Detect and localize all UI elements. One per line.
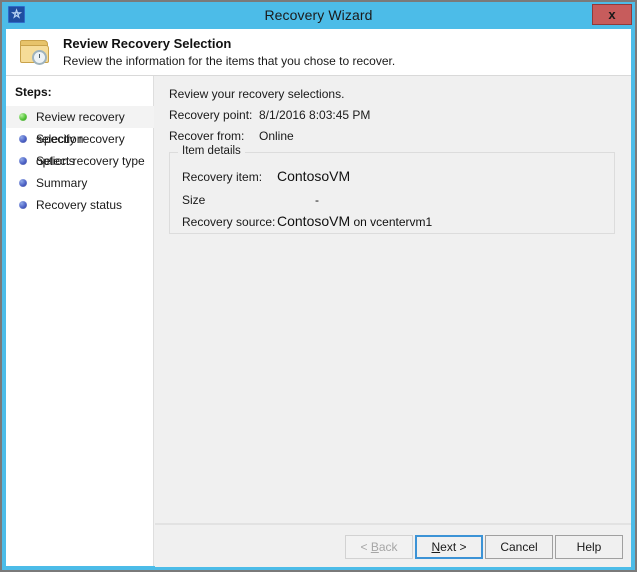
step-bullet-icon xyxy=(19,179,27,187)
item-details-legend: Item details xyxy=(178,145,245,157)
sidebar-item-label: Recovery status xyxy=(36,198,123,212)
next-mnemonic: N xyxy=(431,540,441,554)
page-subtitle: Review the information for the items tha… xyxy=(63,54,396,68)
step-bullet-icon xyxy=(19,201,27,209)
recovery-point-value: 8/1/2016 8:03:45 PM xyxy=(259,108,371,122)
sidebar-item-label: Select recovery type xyxy=(36,154,145,168)
recovery-point-label: Recovery point: xyxy=(169,108,253,122)
recovery-source-vm: ContosoVM xyxy=(277,213,351,229)
recovery-item-label: Recovery item: xyxy=(182,170,263,184)
sidebar-item-label: Summary xyxy=(36,176,88,190)
folder-clock-icon xyxy=(18,37,52,68)
back-button[interactable]: < Back xyxy=(345,535,413,559)
window-title: Recovery Wizard xyxy=(264,7,373,23)
item-details-groupbox: Item details Recovery item: ContosoVM Si… xyxy=(169,145,615,234)
help-button[interactable]: Help xyxy=(555,535,623,559)
recovery-wizard-window: ⛤ Recovery Wizard x Review Recovery Sele… xyxy=(0,0,637,572)
size-label: Size xyxy=(182,193,206,207)
wizard-footer: < Back Next > Cancel Help xyxy=(155,524,631,567)
cancel-button[interactable]: Cancel xyxy=(485,535,553,559)
step-bullet-icon xyxy=(19,157,27,165)
back-rest: ack xyxy=(378,540,398,554)
title-bar: ⛤ Recovery Wizard x xyxy=(2,2,635,28)
steps-label: Steps: xyxy=(15,85,52,99)
sidebar-item-review-recovery-selection[interactable]: Review recovery selection xyxy=(6,106,154,146)
sidebar-item-recovery-status[interactable]: Recovery status xyxy=(6,194,154,216)
recovery-source-value: ContosoVM on vcentervm1 xyxy=(277,213,432,229)
sidebar-item-select-recovery-type[interactable]: Select recovery type xyxy=(6,150,154,172)
steps-sidebar: Steps: Review recovery selection Specify… xyxy=(6,76,154,566)
next-button[interactable]: Next > xyxy=(415,535,483,559)
next-rest: ext > xyxy=(440,540,467,554)
sidebar-item-summary[interactable]: Summary xyxy=(6,172,154,194)
recovery-source-host: on vcentervm1 xyxy=(350,215,433,229)
step-bullet-icon xyxy=(19,135,27,143)
recovery-source-label: Recovery source: xyxy=(182,215,276,229)
recover-from-value: Online xyxy=(259,129,294,143)
clock-shape xyxy=(32,50,47,65)
recover-from-label: Recover from: xyxy=(169,129,245,143)
steps-list: Review recovery selection Specify recove… xyxy=(6,106,154,216)
back-mnemonic: B xyxy=(370,540,379,554)
page-title: Review Recovery Selection xyxy=(63,36,232,51)
close-icon: x xyxy=(608,7,616,22)
step-bullet-icon xyxy=(19,113,27,121)
recovery-item-value: ContosoVM xyxy=(277,168,351,184)
close-button[interactable]: x xyxy=(592,4,632,25)
back-prefix: < xyxy=(360,540,371,554)
size-value: - xyxy=(315,193,319,207)
content-pane: Review your recovery selections. Recover… xyxy=(155,76,631,566)
sidebar-item-specify-recovery-options[interactable]: Specify recovery options xyxy=(6,128,154,168)
intro-text: Review your recovery selections. xyxy=(169,87,345,101)
wizard-header: Review Recovery Selection Review the inf… xyxy=(6,29,631,76)
wizard-body: Steps: Review recovery selection Specify… xyxy=(6,76,631,567)
